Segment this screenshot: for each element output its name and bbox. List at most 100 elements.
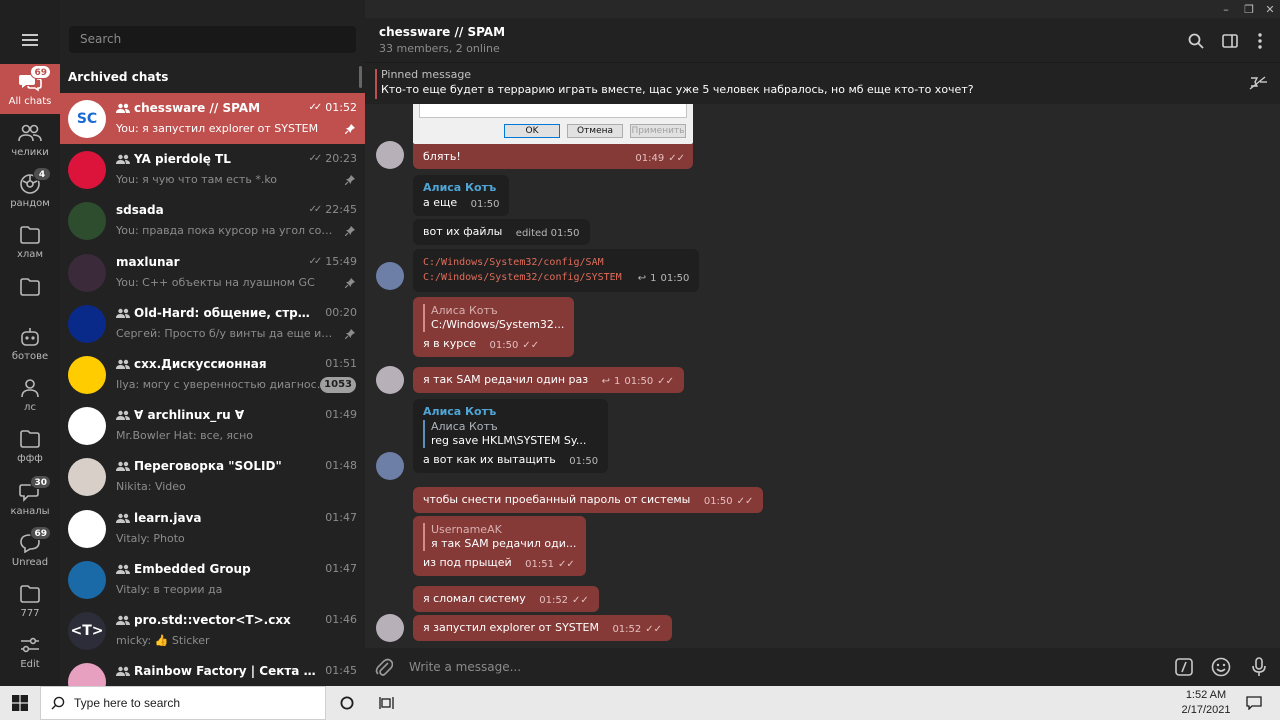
chat-avatar xyxy=(68,202,106,241)
replies-icon[interactable]: ↩ xyxy=(602,376,610,387)
chat-title-text: Переговорка "SOLID" xyxy=(134,459,282,474)
system-clock[interactable]: 1:52 AM 2/17/2021 xyxy=(1170,688,1242,718)
chat-list-item[interactable]: YA pierdolę TL ✓✓ 20:23 You: я чую что там … xyxy=(60,144,365,195)
sender-name[interactable]: Алиса Котъ xyxy=(423,181,499,194)
task-view-button[interactable] xyxy=(367,686,407,720)
folder-ls[interactable]: лс xyxy=(0,370,60,420)
folder-cheliki[interactable]: челики xyxy=(0,115,60,165)
folder-bots[interactable]: ботове xyxy=(0,319,60,369)
chat-list-item[interactable]: learn.java 01:47 Vitaly: Photo xyxy=(60,503,365,554)
attach-button[interactable] xyxy=(373,656,395,678)
folder-all-chats[interactable]: 69 All chats xyxy=(0,64,60,114)
chat-list-item[interactable]: Rainbow Factory | Секта перделик... 01:45 xyxy=(60,656,365,686)
replies-icon[interactable]: ↩ xyxy=(638,271,646,286)
archived-chats-header[interactable]: Archived chats xyxy=(68,70,168,84)
bot-commands-button[interactable] xyxy=(1173,656,1195,678)
window-close-button[interactable]: ✕ xyxy=(1258,0,1280,18)
chat-time: 01:48 xyxy=(325,459,357,472)
chat-avatar xyxy=(68,304,106,343)
message-bubble[interactable]: я так SAM редачил один раз ↩ 1 01:50 ✓✓ xyxy=(413,367,684,393)
message-bubble[interactable]: я запустил explorer от SYSTEM 01:52 ✓✓ xyxy=(413,615,673,641)
chat-search-input[interactable]: Search xyxy=(69,26,356,53)
sender-name[interactable]: Алиса Котъ xyxy=(423,405,598,418)
chat-time-text: 01:45 xyxy=(325,664,357,678)
folder-label: Unread xyxy=(11,557,49,568)
pinned-message-bar[interactable]: Pinned message Кто-то еще будет в террар… xyxy=(365,62,1280,104)
message-history[interactable]: OK Отмена Применить блять! 01:49 ✓✓ Алиса… xyxy=(365,104,1280,648)
message-bubble[interactable]: чтобы снести проебанный пароль от систем… xyxy=(413,487,764,513)
chat-title-text: chessware // SPAM xyxy=(134,101,261,115)
task-view-icon xyxy=(379,697,394,709)
chat-list-item[interactable]: Old-Hard: общение, страдания, ра... 00:20… xyxy=(60,298,365,349)
start-button[interactable] xyxy=(0,686,40,720)
sender-avatar[interactable] xyxy=(376,141,404,169)
chat-title-text: sdsada xyxy=(116,203,164,218)
more-options-button[interactable] xyxy=(1249,30,1271,52)
sidebar-panel-icon xyxy=(1222,34,1238,48)
toggle-sidebar-button[interactable] xyxy=(1219,30,1241,52)
message-bubble[interactable]: я сломал систему 01:52 ✓✓ xyxy=(413,586,599,612)
taskbar-search-box[interactable]: Type here to search xyxy=(40,686,326,720)
sender-avatar[interactable] xyxy=(376,366,404,394)
chat-list-item[interactable]: Embedded Group 01:47 Vitaly: в теории да xyxy=(60,554,365,605)
chat-list-item[interactable]: <T> pro.std::vector<T>.cxx 01:46 micky: 👍 S… xyxy=(60,605,365,656)
message-bubble[interactable]: Алиса Котъ а еще 01:50 xyxy=(413,175,510,216)
folder-unread[interactable]: 69 Unread xyxy=(0,525,60,575)
hamburger-menu-button[interactable] xyxy=(0,18,60,62)
folder-edit[interactable]: Edit xyxy=(0,627,60,677)
message-input[interactable]: Write a message... xyxy=(409,660,521,674)
chat-list-item[interactable]: cxx.Дискуссионная 01:51 Ilya: могу с увере… xyxy=(60,349,365,400)
chat-header[interactable]: chessware // SPAM 33 members, 2 online xyxy=(365,18,1280,62)
folder-hlam[interactable]: хлам xyxy=(0,217,60,267)
window-minimize-button[interactable]: – xyxy=(1214,0,1238,18)
cortana-button[interactable] xyxy=(327,686,367,720)
voice-record-button[interactable] xyxy=(1248,656,1270,678)
chat-time: ✓✓ 15:49 xyxy=(309,255,357,268)
message-bubble[interactable]: Алиса Котъ Алиса Котъ reg save HKLM\SYST… xyxy=(413,399,609,473)
reply-text: C:/Windows/System32... xyxy=(431,318,565,331)
chat-list-item[interactable]: maxlunar ✓✓ 15:49 You: C++ объекты на луашн… xyxy=(60,247,365,298)
chat-list-item[interactable]: Переговорка "SOLID" 01:48 Nikita: Video xyxy=(60,451,365,502)
emoji-button[interactable] xyxy=(1210,656,1232,678)
chat-time: ✓✓ 01:52 xyxy=(309,101,357,114)
chat-preview: Mr.Bowler Hat: все, ясно xyxy=(116,429,254,443)
reply-quote[interactable]: Алиса Котъ reg save HKLM\SYSTEM Sy... xyxy=(423,420,598,448)
sender-avatar[interactable] xyxy=(376,452,404,480)
chat-preview: You: я чую что там есть *.ko xyxy=(116,173,278,187)
chat-list-scrollbar[interactable] xyxy=(359,66,362,88)
chat-list-item[interactable]: SC chessware // SPAM ✓✓ 01:52 You: я запусти… xyxy=(60,93,365,145)
unpin-button[interactable] xyxy=(1248,75,1268,94)
folder-icon xyxy=(20,430,40,448)
message-bubble[interactable]: Алиса Котъ C:/Windows/System32... я в ку… xyxy=(413,297,575,357)
message-bubble[interactable]: вот их файлы edited 01:50 xyxy=(413,219,590,245)
action-center-button[interactable] xyxy=(1234,686,1274,720)
chat-preview: Nikita: Video xyxy=(116,480,186,494)
chat-list-item[interactable]: Ɐ archlinux_ru Ɐ 01:49 Mr.Bowler Hat: все,… xyxy=(60,400,365,451)
menu-icon xyxy=(22,34,38,46)
reply-quote[interactable]: Алиса Котъ C:/Windows/System32... xyxy=(423,304,564,332)
folder-channels[interactable]: 30 каналы xyxy=(0,474,60,524)
minimize-icon: – xyxy=(1223,2,1229,16)
reply-quote[interactable]: UsernameAK я так SAM редачил оди... xyxy=(423,523,576,551)
folder-unnamed[interactable] xyxy=(0,262,60,312)
message-composer: Write a message... xyxy=(365,648,1280,686)
chat-title: Embedded Group xyxy=(116,562,316,576)
sender-avatar[interactable] xyxy=(376,262,404,290)
search-in-chat-button[interactable] xyxy=(1185,30,1207,52)
chat-preview: Vitaly: в теории да xyxy=(116,582,223,596)
folder-777[interactable]: 777 xyxy=(0,576,60,626)
chat-list-item[interactable]: sdsada ✓✓ 22:45 You: правда пока курсор на … xyxy=(60,195,365,246)
screenshot-window-body xyxy=(419,104,687,118)
folder-fff[interactable]: ффф xyxy=(0,421,60,471)
message-bubble[interactable]: C:/Windows/System32/config/SAM C:/Window… xyxy=(413,249,700,292)
message-bubble[interactable]: UsernameAK я так SAM редачил оди... из п… xyxy=(413,516,587,576)
sender-avatar[interactable] xyxy=(376,614,404,642)
chat-time-text: 01:51 xyxy=(325,356,357,370)
chat-time: 01:47 xyxy=(325,562,357,575)
people-icon xyxy=(18,124,42,142)
chat-title-text: Old-Hard: общение, страдания, ра... xyxy=(134,305,316,320)
folder-random[interactable]: 4 рандом xyxy=(0,166,60,216)
message-bubble[interactable]: блять! 01:49 ✓✓ xyxy=(413,144,693,169)
message-screenshot-image[interactable]: OK Отмена Применить xyxy=(413,104,693,144)
taskbar-search-placeholder: Type here to search xyxy=(74,696,181,710)
